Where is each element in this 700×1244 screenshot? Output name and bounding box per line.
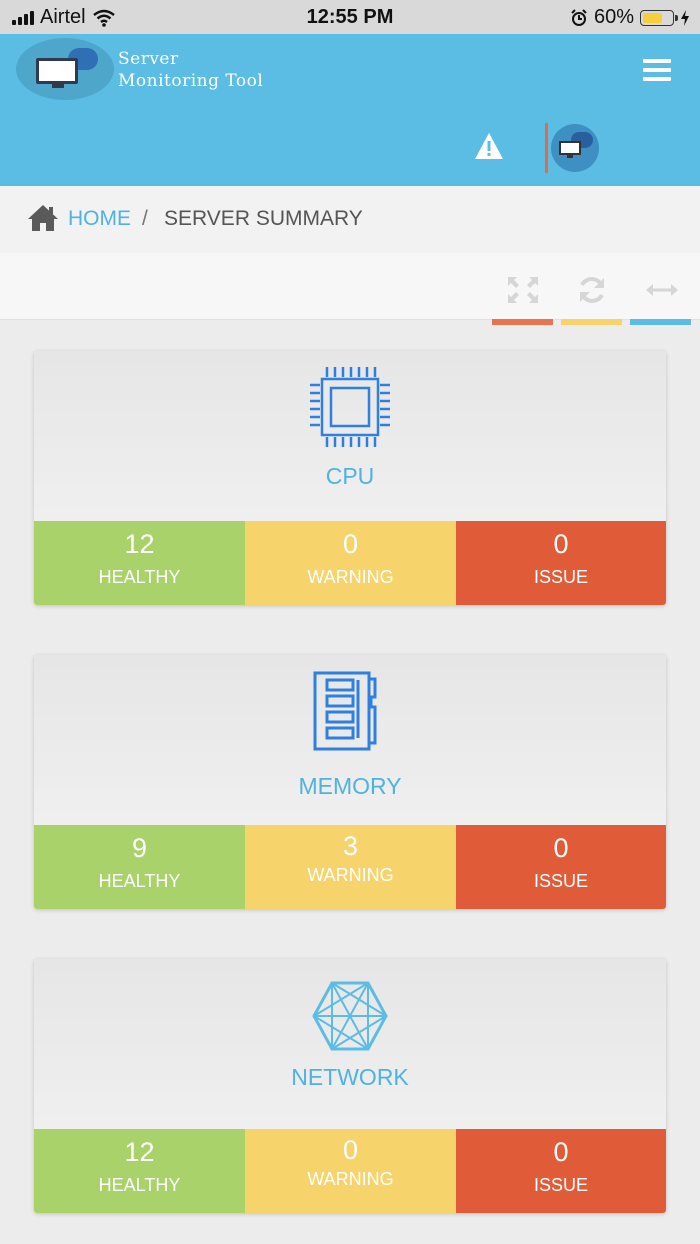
- breadcrumb-current: SERVER SUMMARY: [164, 207, 363, 230]
- healthy-count: 12: [124, 1137, 155, 1167]
- issue-count: 0: [553, 833, 569, 863]
- network-icon: [312, 981, 388, 1051]
- healthy-count: 12: [124, 529, 155, 559]
- issue-stat[interactable]: 0 ISSUE: [456, 521, 666, 605]
- issue-label: ISSUE: [533, 871, 589, 891]
- cpu-card[interactable]: CPU 12 HEALTHY 0 WARNING 0 ISSUE: [34, 351, 666, 605]
- alert-icon[interactable]: [474, 132, 504, 160]
- healthy-label: HEALTHY: [98, 871, 181, 891]
- refresh-icon[interactable]: [575, 275, 609, 305]
- battery-percent: 60%: [593, 6, 634, 28]
- app-logo[interactable]: [16, 38, 114, 100]
- battery-icon: [640, 9, 678, 26]
- card-stats: 12 HEALTHY 0 WARNING 0 ISSUE: [34, 521, 666, 605]
- issue-count: 0: [553, 529, 569, 559]
- card-stats: 12 HEALTHY 0 WARNING 0 ISSUE: [34, 1129, 666, 1213]
- card-title: NETWORK: [291, 1064, 409, 1090]
- memory-icon: [313, 671, 377, 751]
- status-right: 60%: [570, 6, 690, 29]
- warning-stat[interactable]: 0 WARNING: [245, 1129, 456, 1213]
- breadcrumb-home-link[interactable]: HOME: [68, 207, 131, 231]
- app-header: Server Monitoring Tool: [0, 34, 700, 186]
- app-title: Server Monitoring Tool: [118, 48, 263, 92]
- toolbar-yellow-indicator: [561, 319, 622, 325]
- home-icon[interactable]: [27, 204, 59, 232]
- warning-stat[interactable]: 3 WARNING: [245, 825, 456, 909]
- card-title: CPU: [325, 463, 375, 489]
- issue-stat[interactable]: 0 ISSUE: [456, 825, 666, 909]
- card-title: MEMORY: [298, 773, 402, 799]
- charging-icon: [681, 9, 689, 26]
- warning-count: 0: [342, 1135, 359, 1165]
- fullscreen-icon[interactable]: [506, 275, 540, 305]
- network-card[interactable]: NETWORK 12 HEALTHY 0 WARNING 0 ISSUE: [34, 959, 666, 1213]
- breadcrumb-separator: /: [142, 207, 148, 230]
- warning-label: WARNING: [307, 1169, 394, 1189]
- avatar[interactable]: [551, 124, 599, 172]
- cpu-icon: [310, 367, 390, 447]
- issue-count: 0: [553, 1137, 569, 1167]
- memory-card[interactable]: MEMORY 9 HEALTHY 3 WARNING 0 ISSUE: [34, 655, 666, 909]
- header-divider: [545, 123, 548, 173]
- issue-stat[interactable]: 0 ISSUE: [456, 1129, 666, 1213]
- issue-label: ISSUE: [533, 1175, 589, 1195]
- toolbar-red-indicator: [492, 319, 553, 325]
- healthy-stat[interactable]: 9 HEALTHY: [34, 825, 245, 909]
- status-bar: Airtel 12:55 PM 60%: [0, 0, 700, 34]
- card-stats: 9 HEALTHY 3 WARNING 0 ISSUE: [34, 825, 666, 909]
- app-title-line2: Monitoring Tool: [118, 71, 264, 91]
- menu-icon[interactable]: [643, 59, 671, 83]
- healthy-label: HEALTHY: [98, 567, 181, 587]
- panel-toolbar: [0, 253, 700, 325]
- healthy-stat[interactable]: 12 HEALTHY: [34, 1129, 245, 1213]
- healthy-count: 9: [131, 833, 148, 863]
- warning-stat[interactable]: 0 WARNING: [245, 521, 456, 605]
- breadcrumb: HOME / SERVER SUMMARY: [0, 186, 700, 253]
- expand-horizontal-icon[interactable]: [645, 275, 679, 305]
- app-title-line1: Server: [118, 49, 179, 69]
- toolbar-blue-indicator: [630, 319, 691, 325]
- warning-count: 0: [342, 529, 359, 559]
- warning-label: WARNING: [307, 865, 394, 885]
- healthy-label: HEALTHY: [98, 1175, 181, 1195]
- healthy-stat[interactable]: 12 HEALTHY: [34, 521, 245, 605]
- warning-label: WARNING: [307, 567, 394, 587]
- issue-label: ISSUE: [533, 567, 589, 587]
- alarm-icon: [571, 8, 587, 26]
- warning-count: 3: [342, 831, 359, 861]
